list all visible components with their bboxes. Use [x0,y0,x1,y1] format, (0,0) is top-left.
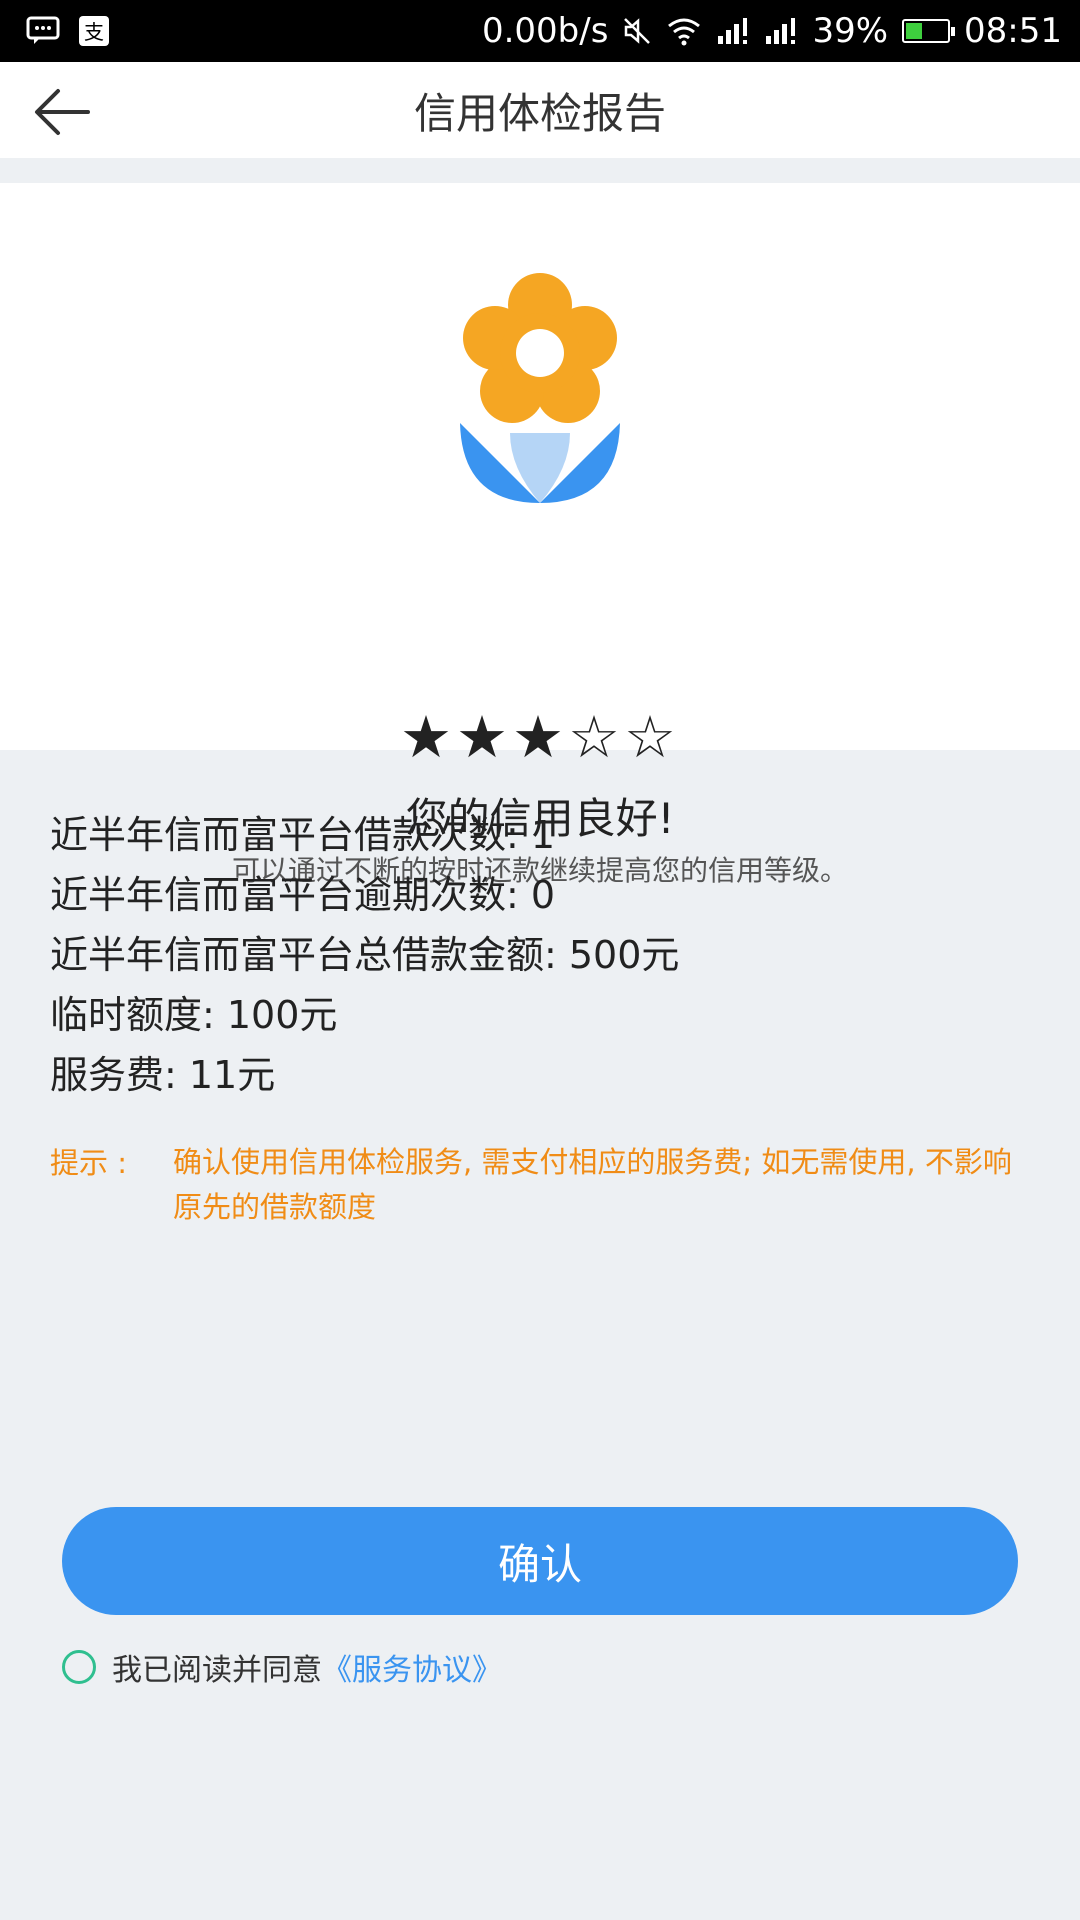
svg-text:支: 支 [84,20,104,44]
alipay-icon: 支 [78,15,110,47]
battery-percent: 39% [812,11,889,51]
agreement-row: 我已阅读并同意 《服务协议》 [62,1645,502,1689]
report-card: ★★★☆☆ 您的信用良好! 可以通过不断的按时还款继续提高您的信用等级。 [0,183,1080,887]
mute-icon [622,16,652,46]
message-icon [26,16,60,46]
status-bar-right: 0.00b/s 39% 08:51 [468,11,1062,51]
battery-icon [902,19,956,43]
tip-text: 确认使用信用体检服务, 需支付相应的服务费; 如无需使用, 不影响原先的借款额度 [173,1145,1012,1224]
service-agreement-link[interactable]: 《服务协议》 [322,1645,502,1689]
wifi-icon [666,16,702,46]
back-button[interactable] [30,84,94,140]
header: 信用体检报告 [0,62,1080,158]
agreement-text: 我已阅读并同意 [112,1653,322,1688]
status-bar: 支 0.00b/s 39% 08:51 [0,0,1080,62]
stat-service-fee: 服务费: 11元 [50,1053,276,1097]
rating-stars: ★★★☆☆ [400,703,680,771]
page-title: 信用体检报告 [413,88,666,138]
status-bar-left: 支 [26,15,128,47]
tip-label: 提示 : [50,1146,127,1180]
stat-total-amount: 近半年信而富平台总借款金额: 500元 [50,933,680,977]
network-speed: 0.00b/s [481,11,609,51]
signal-icon [716,16,750,46]
stat-loan-count: 近半年信而富平台借款次数: 1 [50,813,556,857]
clock: 08:51 [964,11,1062,51]
stat-overdue-count: 近半年信而富平台逾期次数: 0 [50,873,556,917]
flower-logo-icon [460,273,620,503]
agreement-radio[interactable] [62,1650,96,1684]
confirm-button[interactable]: 确认 [62,1507,1018,1615]
back-arrow-icon [35,89,90,135]
stat-temp-limit: 临时额度: 100元 [50,993,338,1037]
signal-icon [764,16,798,46]
credit-stats: 近半年信而富平台借款次数: 1 近半年信而富平台逾期次数: 0 近半年信而富平台… [50,805,679,1105]
